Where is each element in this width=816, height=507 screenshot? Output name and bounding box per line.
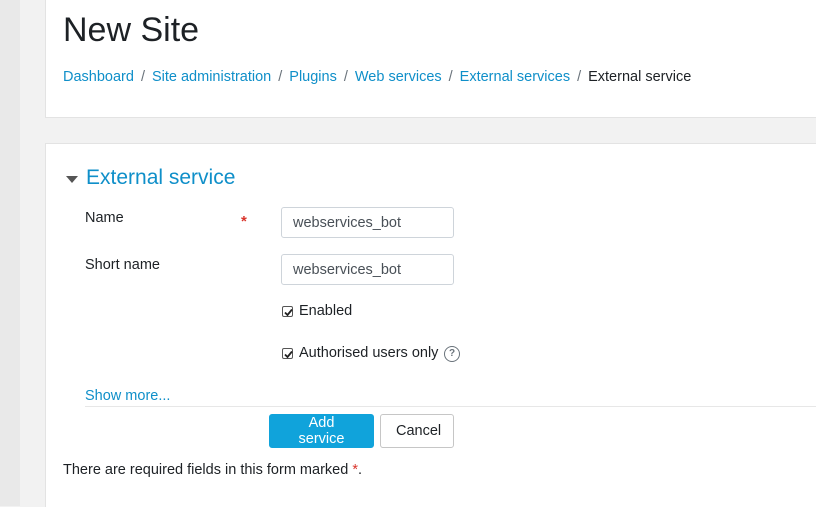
breadcrumb-site-administration[interactable]: Site administration bbox=[152, 69, 271, 85]
breadcrumb-current: External service bbox=[588, 69, 692, 85]
help-icon[interactable]: ? bbox=[444, 346, 460, 362]
external-service-form: External service Name * Short name Enabl… bbox=[45, 143, 816, 507]
page-title: New Site bbox=[63, 11, 200, 49]
short-name-input[interactable] bbox=[281, 254, 454, 285]
required-note-text: There are required fields in this form m… bbox=[63, 462, 353, 478]
name-input[interactable] bbox=[281, 207, 454, 238]
add-service-button[interactable]: Add service bbox=[269, 414, 374, 448]
authorised-users-checkbox-row[interactable]: Authorised users only bbox=[282, 345, 438, 361]
collapse-caret-icon bbox=[66, 175, 78, 183]
divider bbox=[85, 406, 816, 407]
checkmark-icon bbox=[284, 350, 293, 358]
breadcrumb-dashboard[interactable]: Dashboard bbox=[63, 69, 134, 85]
authorised-users-label: Authorised users only bbox=[299, 345, 439, 361]
breadcrumb-plugins[interactable]: Plugins bbox=[289, 69, 337, 85]
breadcrumb-separator: / bbox=[577, 69, 582, 85]
show-more-link[interactable]: Show more... bbox=[85, 388, 170, 404]
required-icon: * bbox=[241, 213, 247, 230]
page-header: New Site Dashboard / Site administration / P… bbox=[45, 0, 816, 118]
left-drawer-strip bbox=[0, 0, 20, 506]
authorised-users-checkbox[interactable] bbox=[282, 347, 293, 359]
required-fields-note: There are required fields in this form m… bbox=[63, 462, 362, 478]
checkmark-icon bbox=[284, 308, 293, 316]
enabled-checkbox-row[interactable]: Enabled bbox=[282, 303, 352, 319]
name-label: Name bbox=[85, 210, 124, 226]
breadcrumb-separator: / bbox=[140, 69, 145, 85]
required-note-end: . bbox=[357, 462, 363, 478]
breadcrumb-separator: / bbox=[448, 69, 453, 85]
breadcrumb-separator: / bbox=[343, 69, 348, 85]
enabled-label: Enabled bbox=[299, 303, 353, 319]
breadcrumb-web-services[interactable]: Web services bbox=[355, 69, 442, 85]
breadcrumb-separator: / bbox=[278, 69, 283, 85]
breadcrumb-external-services[interactable]: External services bbox=[460, 69, 570, 85]
fieldset-legend: External service bbox=[86, 166, 236, 189]
fieldset-toggle[interactable]: External service bbox=[66, 166, 235, 190]
enabled-checkbox[interactable] bbox=[282, 305, 293, 317]
short-name-label: Short name bbox=[85, 257, 160, 273]
breadcrumb: Dashboard / Site administration / Plugins / We… bbox=[63, 69, 691, 85]
cancel-button[interactable]: Cancel bbox=[380, 414, 454, 448]
